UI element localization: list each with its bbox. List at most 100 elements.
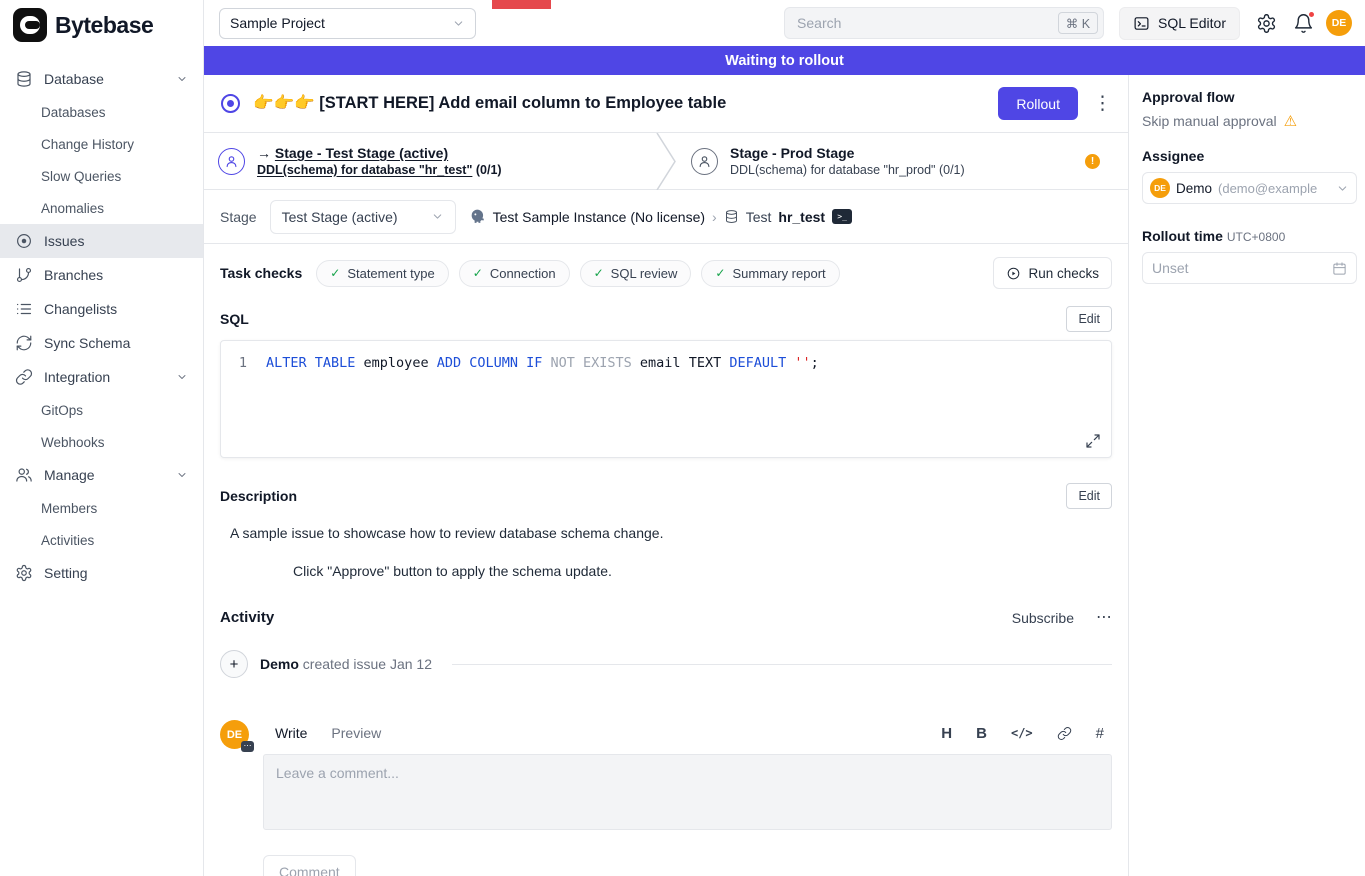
approval-flow-heading: Approval flow <box>1142 89 1357 105</box>
comment-composer: DE ⋯ Write Preview H B </> <box>220 720 1112 876</box>
project-selector-value: Sample Project <box>230 15 325 31</box>
current-stage-arrow-icon: → <box>257 145 271 161</box>
subscribe-button[interactable]: Subscribe <box>1012 610 1074 626</box>
line-number: 1 <box>221 354 266 373</box>
sql-section: SQL Edit 1 ALTER TABLE employee ADD COLU… <box>204 296 1128 458</box>
chevron-down-icon <box>176 469 188 481</box>
sidebar-item-gitops[interactable]: GitOps <box>0 394 203 426</box>
sidebar-item-manage[interactable]: Manage <box>0 458 203 492</box>
terminal-icon <box>1133 15 1150 32</box>
sidebar-item-issues[interactable]: Issues <box>0 224 203 258</box>
sidebar-item-activities[interactable]: Activities <box>0 524 203 556</box>
heading-icon[interactable]: H <box>941 725 952 742</box>
description-paragraph: Click "Approve" button to apply the sche… <box>293 563 1112 579</box>
sidebar-item-setting[interactable]: Setting <box>0 556 203 590</box>
sidebar-item-changelists[interactable]: Changelists <box>0 292 203 326</box>
database-link[interactable]: hr_test <box>778 209 825 225</box>
rollout-time-heading: Rollout timeUTC+0800 <box>1142 228 1357 244</box>
description-edit-button[interactable]: Edit <box>1066 483 1112 509</box>
settings-button[interactable] <box>1256 13 1277 34</box>
rollout-button[interactable]: Rollout <box>998 87 1078 120</box>
database-icon <box>15 70 33 88</box>
check-sql-review[interactable]: ✓SQL review <box>580 260 692 287</box>
description-paragraph: A sample issue to showcase how to review… <box>230 525 1112 541</box>
sidebar-item-webhooks[interactable]: Webhooks <box>0 426 203 458</box>
sql-token: NOT EXISTS <box>551 354 640 373</box>
sidebar-item-sync-schema[interactable]: Sync Schema <box>0 326 203 360</box>
sidebar-item-label: Issues <box>44 233 84 249</box>
person-icon <box>691 148 718 175</box>
tab-preview[interactable]: Preview <box>319 720 393 746</box>
activity-event: + Demo created issue Jan 12 <box>220 650 1112 678</box>
event-user: Demo <box>260 656 299 672</box>
assignee-select[interactable]: DE Demo (demo@example <box>1142 172 1357 204</box>
brand-name: Bytebase <box>55 12 153 39</box>
expand-icon[interactable] <box>1085 433 1101 449</box>
kebab-menu-icon[interactable]: ⋮ <box>1093 94 1112 113</box>
stage-card-prod[interactable]: Stage - Prod Stage DDL(schema) for datab… <box>677 133 1128 189</box>
activity-title: Activity <box>220 609 274 626</box>
check-icon: ✓ <box>330 266 340 280</box>
check-statement-type[interactable]: ✓Statement type <box>316 260 449 287</box>
changelist-icon <box>15 300 33 318</box>
rollout-time-field[interactable] <box>1152 260 1326 276</box>
run-checks-button[interactable]: Run checks <box>993 257 1112 289</box>
activity-menu-icon[interactable]: ⋯ <box>1096 610 1112 626</box>
sidebar-item-label: Anomalies <box>41 201 104 216</box>
sidebar-item-change-history[interactable]: Change History <box>0 128 203 160</box>
open-in-sql-editor-icon[interactable]: >_ <box>832 209 852 224</box>
instance-link[interactable]: Test Sample Instance (No license) <box>493 209 705 225</box>
brand-logo[interactable]: Bytebase <box>0 0 203 50</box>
stage-select[interactable]: Test Stage (active) <box>270 200 456 234</box>
sidebar-item-integration[interactable]: Integration <box>0 360 203 394</box>
comment-button[interactable]: Comment <box>263 855 356 876</box>
project-selector[interactable]: Sample Project <box>219 8 476 39</box>
sql-code-block: 1 ALTER TABLE employee ADD COLUMN IF NOT… <box>220 340 1112 458</box>
comment-input[interactable] <box>263 754 1112 830</box>
stage-card-test[interactable]: → Stage - Test Stage (active) DDL(schema… <box>204 133 655 189</box>
bold-icon[interactable]: B <box>976 725 987 742</box>
user-avatar[interactable]: DE <box>1326 10 1352 36</box>
tab-write[interactable]: Write <box>263 720 319 746</box>
search-input[interactable] <box>797 15 1058 31</box>
check-summary-report[interactable]: ✓Summary report <box>701 260 839 287</box>
topbar: Sample Project ⌘ K SQL Editor DE <box>204 0 1365 46</box>
chevron-down-icon <box>176 371 188 383</box>
sidebar-item-label: Sync Schema <box>44 335 130 351</box>
notifications-button[interactable] <box>1293 13 1314 34</box>
sidebar-item-database[interactable]: Database <box>0 62 203 96</box>
sql-token: DEFAULT <box>729 354 794 373</box>
bytebase-logo-icon <box>13 8 47 42</box>
description-title: Description <box>220 488 297 504</box>
sql-token: ALTER TABLE <box>266 354 364 373</box>
stage-task: DDL(schema) for database "hr_prod" <box>730 163 936 177</box>
sidebar-item-branches[interactable]: Branches <box>0 258 203 292</box>
speech-bubble-icon: ⋯ <box>241 741 254 752</box>
rollout-time-zone: UTC+0800 <box>1227 230 1285 244</box>
global-search[interactable]: ⌘ K <box>784 7 1104 39</box>
sidebar-item-slow-queries[interactable]: Slow Queries <box>0 160 203 192</box>
sidebar-item-label: Database <box>44 71 104 87</box>
run-checks-label: Run checks <box>1028 266 1099 281</box>
people-icon <box>15 466 33 484</box>
sidebar-item-databases[interactable]: Databases <box>0 96 203 128</box>
issue-main: 👉👉👉 [START HERE] Add email column to Emp… <box>204 75 1128 876</box>
status-banner: Waiting to rollout <box>204 46 1365 75</box>
check-connection[interactable]: ✓ Connection <box>459 260 570 287</box>
sql-edit-button[interactable]: Edit <box>1066 306 1112 332</box>
check-label: Connection <box>490 266 556 281</box>
stage-title: Stage - Prod Stage <box>730 145 965 161</box>
rollout-time-input[interactable] <box>1142 252 1357 284</box>
sql-editor-label: SQL Editor <box>1158 15 1226 31</box>
sql-token: employee <box>364 354 437 373</box>
assignee-email: (demo@example <box>1218 181 1330 196</box>
code-icon[interactable]: </> <box>1011 726 1033 740</box>
check-icon: ✓ <box>473 266 483 280</box>
approval-flow-value: Skip manual approval <box>1142 113 1277 129</box>
stage-label: Stage <box>220 209 257 225</box>
sidebar-item-anomalies[interactable]: Anomalies <box>0 192 203 224</box>
sql-editor-button[interactable]: SQL Editor <box>1119 7 1240 40</box>
hash-icon[interactable]: # <box>1096 725 1104 742</box>
link-icon[interactable] <box>1057 726 1072 741</box>
sidebar-item-members[interactable]: Members <box>0 492 203 524</box>
